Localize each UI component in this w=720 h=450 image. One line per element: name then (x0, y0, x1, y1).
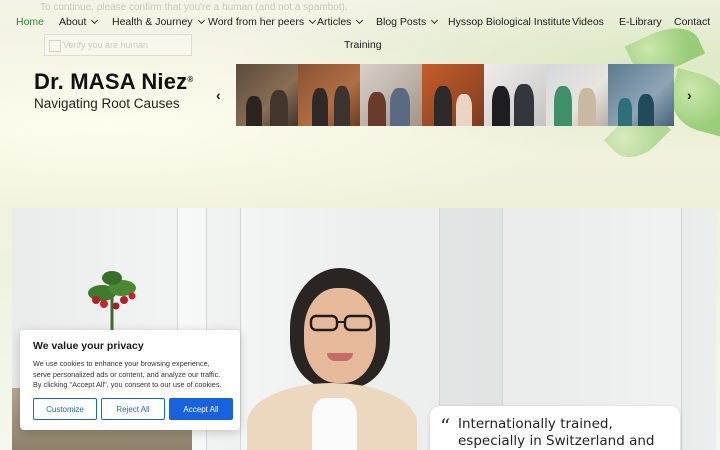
nav-item-training[interactable]: Training (344, 39, 382, 51)
logo-tagline: Navigating Root Causes (34, 96, 180, 111)
nav-item-hyssop-institute[interactable]: Hyssop Biological Institute (448, 16, 571, 28)
carousel-slide[interactable] (298, 64, 360, 126)
logo-name: Dr. MASA Niez (34, 69, 188, 94)
carousel-slide[interactable] (484, 64, 546, 126)
carousel-slide[interactable] (422, 64, 484, 126)
chevron-down-icon (356, 16, 364, 25)
quote-text: Internationally trained, especially in S… (458, 416, 655, 449)
nav-item-contact[interactable]: Contact (674, 16, 710, 28)
nav-item-articles[interactable]: Articles (317, 16, 364, 28)
chevron-right-icon[interactable]: › (687, 87, 692, 103)
carousel-slide[interactable] (236, 64, 298, 126)
cookie-title: We value your privacy (33, 340, 144, 352)
nav-item-about[interactable]: About (59, 16, 99, 28)
registered-mark: ® (187, 75, 194, 84)
chevron-down-icon (309, 16, 317, 25)
nav-item-health-journey[interactable]: Health & Journey (112, 16, 205, 28)
quote-mark-icon: “ (440, 414, 451, 438)
cookie-description: We use cookies to enhance your browsing … (33, 359, 222, 389)
main-navigation: Home About Health & Journey Word from he… (0, 10, 720, 60)
nav-item-e-library[interactable]: E-Library (619, 16, 662, 28)
nav-item-home[interactable]: Home (16, 16, 44, 28)
reject-all-button[interactable]: Reject All (101, 398, 165, 420)
nav-item-word-from-peers[interactable]: Word from her peers (208, 16, 317, 28)
quote-card: “ Internationally trained, especially in… (430, 406, 680, 450)
photo-carousel (236, 64, 674, 126)
carousel-slide[interactable] (360, 64, 422, 126)
nav-item-blog-posts[interactable]: Blog Posts (376, 16, 439, 28)
carousel-slide[interactable] (608, 64, 674, 126)
carousel-slide[interactable] (546, 64, 608, 126)
nav-row-primary: Home About Health & Journey Word from he… (0, 16, 720, 34)
glasses (309, 314, 373, 332)
site-logo[interactable]: Dr. MASA Niez® Navigating Root Causes (34, 69, 194, 112)
chevron-left-icon[interactable]: ‹ (216, 87, 221, 103)
plant-decoration (88, 271, 136, 338)
customize-button[interactable]: Customize (33, 398, 97, 420)
nav-item-videos[interactable]: Videos (572, 16, 604, 28)
cookie-consent-banner: We value your privacy We use cookies to … (20, 330, 240, 430)
chevron-down-icon (197, 16, 205, 25)
accept-all-button[interactable]: Accept All (169, 398, 233, 420)
chevron-down-icon (431, 16, 439, 25)
chevron-down-icon (91, 16, 99, 25)
cookie-actions: Customize Reject All Accept All (33, 398, 233, 420)
